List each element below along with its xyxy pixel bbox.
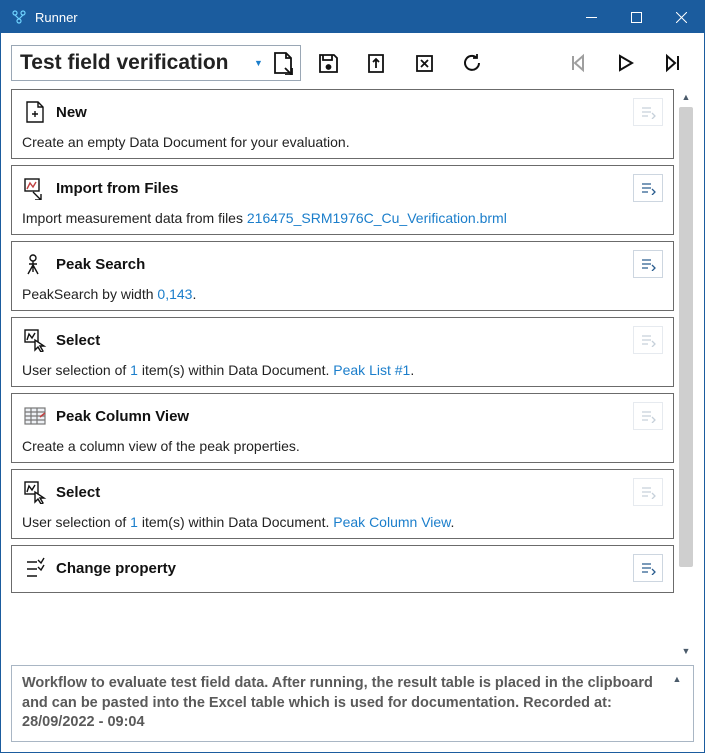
edit-step-button[interactable] xyxy=(633,250,663,278)
step-title: New xyxy=(56,104,625,121)
steps-list: New Create an empty Data Document for yo… xyxy=(11,89,674,659)
step-change-property[interactable]: Change property xyxy=(11,545,674,593)
step-description: PeakSearch by width 0,143. xyxy=(22,286,663,302)
step-description: Create a column view of the peak propert… xyxy=(22,438,663,454)
steps-scrollbar[interactable]: ▲ ▼ xyxy=(678,89,694,659)
maximize-button[interactable] xyxy=(614,1,659,33)
app-icon xyxy=(9,7,29,27)
width-link[interactable]: 0,143 xyxy=(157,286,192,302)
step-title: Peak Column View xyxy=(56,408,625,425)
step-description: User selection of 1 item(s) within Data … xyxy=(22,514,663,530)
edit-step-button[interactable] xyxy=(633,554,663,582)
scroll-thumb[interactable] xyxy=(679,107,693,567)
delete-button[interactable] xyxy=(403,45,445,81)
target-link[interactable]: Peak Column View xyxy=(333,514,450,530)
step-select-1[interactable]: Select User selection of 1 item(s) withi… xyxy=(11,317,674,387)
step-description: Create an empty Data Document for your e… xyxy=(22,134,663,150)
scroll-up-icon[interactable]: ▲ xyxy=(678,89,694,105)
file-link[interactable]: 216475_SRM1976C_Cu_Verification.brml xyxy=(247,210,507,226)
step-peak-search[interactable]: Peak Search PeakSearch by width 0,143. xyxy=(11,241,674,311)
step-select-2[interactable]: Select User selection of 1 item(s) withi… xyxy=(11,469,674,539)
step-peak-column-view[interactable]: Peak Column View Create a column view of… xyxy=(11,393,674,463)
runner-window: Runner Test field verification ▼ xyxy=(0,0,705,753)
count-link[interactable]: 1 xyxy=(130,514,138,530)
column-view-icon xyxy=(22,403,48,429)
new-file-icon xyxy=(22,99,48,125)
step-import-from-files[interactable]: Import from Files Import measurement dat… xyxy=(11,165,674,235)
step-description: User selection of 1 item(s) within Data … xyxy=(22,362,663,378)
edit-step-button[interactable] xyxy=(633,98,663,126)
footer-scroll-up-icon[interactable]: ▲ xyxy=(671,674,683,684)
edit-step-button[interactable] xyxy=(633,478,663,506)
chevron-down-icon: ▼ xyxy=(254,58,264,68)
workflow-description-text: Workflow to evaluate test field data. Af… xyxy=(22,674,665,733)
workflow-dropdown-text: Test field verification xyxy=(20,51,254,75)
new-doc-icon xyxy=(270,49,296,77)
step-title: Select xyxy=(56,484,625,501)
go-start-button[interactable] xyxy=(556,45,598,81)
edit-step-button[interactable] xyxy=(633,326,663,354)
change-property-icon xyxy=(22,555,48,581)
go-end-button[interactable] xyxy=(652,45,694,81)
count-link[interactable]: 1 xyxy=(130,362,138,378)
window-title: Runner xyxy=(35,10,569,25)
close-button[interactable] xyxy=(659,1,704,33)
export-button[interactable] xyxy=(355,45,397,81)
step-title: Change property xyxy=(56,560,625,577)
scroll-down-icon[interactable]: ▼ xyxy=(678,643,694,659)
workflow-dropdown[interactable]: Test field verification ▼ xyxy=(11,45,301,81)
step-title: Import from Files xyxy=(56,180,625,197)
edit-step-button[interactable] xyxy=(633,402,663,430)
minimize-button[interactable] xyxy=(569,1,614,33)
step-title: Peak Search xyxy=(56,256,625,273)
step-new[interactable]: New Create an empty Data Document for yo… xyxy=(11,89,674,159)
toolbar: Test field verification ▼ xyxy=(11,43,694,83)
refresh-button[interactable] xyxy=(451,45,493,81)
step-description: Import measurement data from files 21647… xyxy=(22,210,663,226)
titlebar: Runner xyxy=(1,1,704,33)
save-button[interactable] xyxy=(307,45,349,81)
select-icon xyxy=(22,479,48,505)
run-button[interactable] xyxy=(604,45,646,81)
select-icon xyxy=(22,327,48,353)
workflow-description-panel: Workflow to evaluate test field data. Af… xyxy=(11,665,694,742)
peak-search-icon xyxy=(22,251,48,277)
step-title: Select xyxy=(56,332,625,349)
import-icon xyxy=(22,175,48,201)
target-link[interactable]: Peak List #1 xyxy=(333,362,410,378)
edit-step-button[interactable] xyxy=(633,174,663,202)
